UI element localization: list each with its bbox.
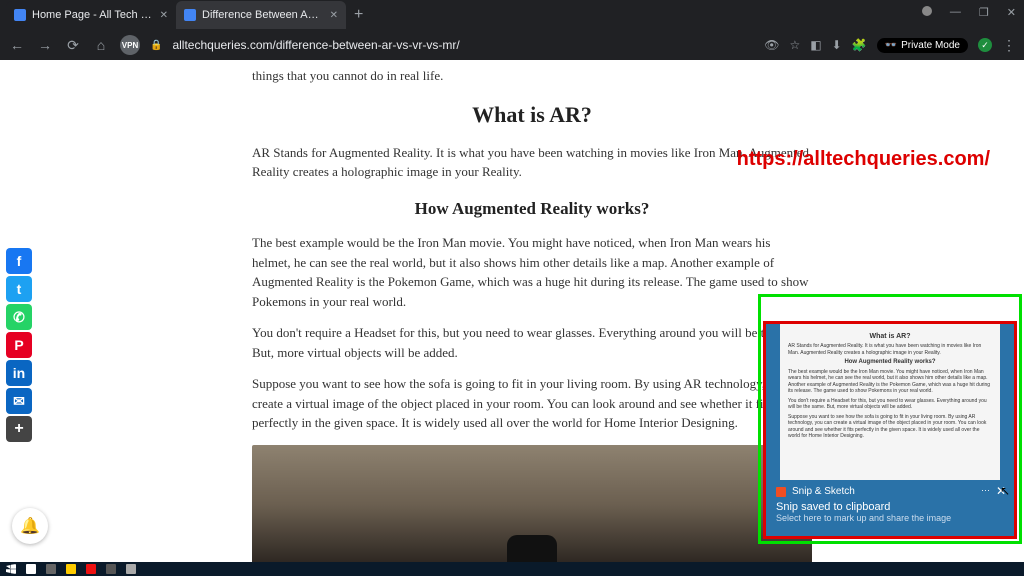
taskbar-app-icon[interactable] [86,564,96,574]
paragraph: You don't require a Headset for this, bu… [252,323,812,362]
snip-app-name: Snip & Sketch [792,486,855,497]
tab-article[interactable]: Difference Between AR Vs VR Vs ✕ [176,1,346,29]
home-button[interactable]: ⌂ [92,37,110,53]
private-mode-badge: 👓 Private Mode [877,38,968,53]
mask-icon: 👓 [885,40,897,51]
whatsapp-icon[interactable]: ✆ [6,304,32,330]
pinterest-icon[interactable]: P [6,332,32,358]
url-field[interactable]: alltechqueries.com/difference-between-ar… [172,38,754,52]
taskbar-app-icon[interactable] [126,564,136,574]
snip-title: Snip saved to clipboard [776,501,1004,513]
notification-bell-icon[interactable]: 🔔 [12,508,48,544]
site-icon [184,9,196,21]
address-bar: ← → ⟳ ⌂ VPN 🔒 alltechqueries.com/differe… [0,30,1024,60]
extension-icon[interactable]: ⬇ [832,38,842,52]
star-icon[interactable]: ☆ [790,38,801,52]
puzzle-icon[interactable]: 🧩 [852,38,867,52]
eye-icon[interactable]: 👁 [764,38,779,52]
intro-tail: things that you cannot do in real life. [252,66,812,86]
minimize-button[interactable]: — [950,6,961,19]
highlight-box-green: What is AR? AR Stands for Augmented Real… [758,294,1022,544]
record-icon [922,6,932,16]
close-window-button[interactable]: ✕ [1007,6,1016,19]
reload-button[interactable]: ⟳ [64,37,82,54]
tab-title: Home Page - All Tech Queries [32,9,154,21]
forward-button[interactable]: → [36,37,54,53]
lock-icon: 🔒 [150,40,162,51]
cursor-icon: ↖ [1000,484,1010,498]
share-icon[interactable]: + [6,416,32,442]
tab-home[interactable]: Home Page - All Tech Queries ✕ [6,1,176,29]
browser-chrome: Home Page - All Tech Queries ✕ Differenc… [0,0,1024,60]
search-icon[interactable] [26,564,36,574]
snip-notification[interactable]: Snip & Sketch ··· ✕ Snip saved to clipbo… [766,480,1014,536]
tab-title: Difference Between AR Vs VR Vs [202,9,324,21]
heading-how-works: How Augmented Reality works? [252,196,812,222]
paragraph: The best example would be the Iron Man m… [252,233,812,311]
file-explorer-icon[interactable] [66,564,76,574]
snip-preview-thumbnail[interactable]: What is AR? AR Stands for Augmented Real… [766,324,1014,480]
extension-icon[interactable]: ◧ [810,38,821,52]
windows-taskbar[interactable] [0,562,1024,576]
check-icon[interactable]: ✓ [978,38,992,52]
email-icon[interactable]: ✉ [6,388,32,414]
article-image [252,445,812,563]
new-tab-button[interactable]: + [346,6,371,24]
vpn-icon[interactable]: VPN [120,35,140,55]
close-icon[interactable]: ✕ [330,10,338,21]
social-share-bar: f t ✆ P in ✉ + [6,248,32,442]
facebook-icon[interactable]: f [6,248,32,274]
highlight-box-red: What is AR? AR Stands for Augmented Real… [763,321,1017,539]
twitter-icon[interactable]: t [6,276,32,302]
article-body: things that you cannot do in real life. … [252,60,812,562]
snip-subtitle: Select here to mark up and share the ima… [776,513,1004,523]
paragraph: AR Stands for Augmented Reality. It is w… [252,143,812,182]
snip-sketch-icon [776,487,786,497]
watermark-url: https://alltechqueries.com/ [737,148,990,171]
heading-what-is-ar: What is AR? [252,98,812,131]
back-button[interactable]: ← [8,37,26,53]
close-icon[interactable]: ✕ [160,10,168,21]
page-content: https://alltechqueries.com/ things that … [0,60,1024,562]
window-controls: — ❐ ✕ [922,6,1016,19]
task-view-icon[interactable] [46,564,56,574]
start-button[interactable] [6,564,16,574]
maximize-button[interactable]: ❐ [979,6,989,19]
phone-shape [507,535,557,563]
linkedin-icon[interactable]: in [6,360,32,386]
more-icon[interactable]: ··· [981,485,990,495]
paragraph: Suppose you want to see how the sofa is … [252,374,812,433]
taskbar-app-icon[interactable] [106,564,116,574]
menu-button[interactable]: ⋮ [1002,37,1016,54]
tab-bar: Home Page - All Tech Queries ✕ Differenc… [0,0,1024,30]
site-icon [14,9,26,21]
